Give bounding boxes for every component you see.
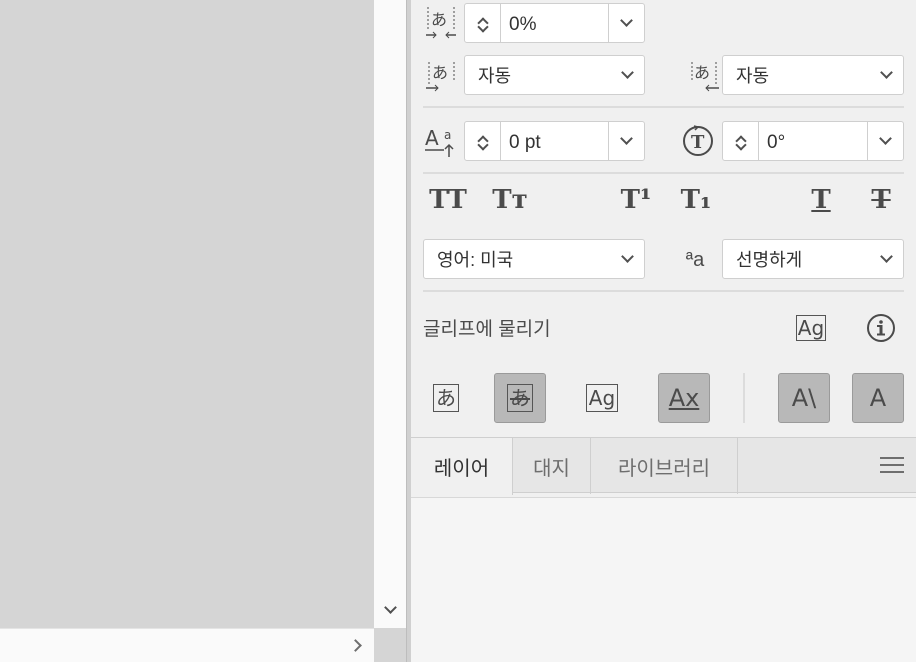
tab-libraries-label: 라이브러리 [618, 457, 710, 480]
svg-text:a: a [444, 128, 451, 142]
chevron-down-icon [880, 250, 893, 263]
anti-alias-value: 선명하게 [736, 250, 803, 270]
svg-text:A: A [425, 126, 439, 150]
aki-left-icon: あ [423, 56, 459, 94]
strikethrough-button[interactable]: T [861, 182, 901, 218]
underline-label: T [811, 185, 831, 215]
chevron-down-icon[interactable] [608, 122, 644, 160]
character-panel: あ 0% あ 자동 あ 자동 A a 0 pt T 0° TT Tт T¹ T₁… [411, 0, 916, 435]
superscript-button[interactable]: T¹ [613, 182, 659, 218]
info-icon[interactable] [865, 312, 897, 344]
anti-alias-select[interactable]: 선명하게 [722, 239, 904, 279]
aki-left-select[interactable]: 자동 [464, 55, 645, 95]
anchor-point-button[interactable]: A [852, 373, 904, 423]
angular-guide-icon: A\ [791, 384, 817, 412]
x-height-icon: Ax [668, 384, 700, 412]
anti-alias-icon-text: ªa [685, 248, 705, 271]
aki-right-icon: あ [687, 56, 723, 94]
character-rotation-field[interactable]: 0° [722, 121, 904, 161]
tab-artboards[interactable]: 대지 [513, 438, 591, 494]
underline-button[interactable]: T [801, 182, 841, 218]
snap-glyph-icon-text: Ag [795, 315, 827, 341]
em-box-center-button[interactable]: あ [494, 373, 546, 423]
x-height-button[interactable]: Ax [658, 373, 710, 423]
baseline-shift-value[interactable]: 0 pt [501, 128, 608, 154]
separator [743, 373, 745, 423]
chevron-down-icon[interactable] [608, 4, 644, 42]
chevron-down-icon [621, 66, 634, 79]
anti-alias-icon: ªa [677, 242, 713, 278]
chevron-down-icon [880, 66, 893, 79]
language-select[interactable]: 영어: 미국 [423, 239, 645, 279]
em-box-center-icon: あ [507, 384, 533, 412]
vertical-scrollbar[interactable] [374, 0, 406, 628]
chevron-down-icon[interactable] [867, 122, 903, 160]
aki-right-value: 자동 [736, 66, 770, 86]
separator [423, 106, 904, 108]
em-box-icon: あ [433, 384, 459, 412]
separator [423, 290, 904, 292]
subscript-button[interactable]: T₁ [673, 182, 719, 218]
all-caps-label: TT [429, 185, 467, 215]
chevron-down-icon [621, 250, 634, 263]
character-rotation-stepper[interactable] [723, 122, 759, 160]
glyph-bounds-button[interactable]: Ag [576, 373, 628, 423]
panel-menu-icon[interactable] [880, 457, 904, 477]
character-rotation-value[interactable]: 0° [759, 128, 867, 154]
scroll-right-icon[interactable] [344, 632, 370, 658]
tsume-icon: あ [423, 4, 459, 42]
subscript-label: T₁ [680, 185, 712, 215]
all-caps-button[interactable]: TT [425, 182, 471, 218]
canvas-area[interactable] [0, 0, 374, 628]
tab-artboards-label: 대지 [533, 457, 570, 480]
scroll-down-icon[interactable] [374, 596, 406, 624]
svg-text:あ: あ [694, 63, 710, 82]
scroll-corner [374, 628, 406, 662]
aki-left-value: 자동 [478, 66, 512, 86]
separator [423, 172, 904, 174]
svg-text:あ: あ [431, 10, 447, 29]
baseline-shift-field[interactable]: 0 pt [464, 121, 645, 161]
em-box-button[interactable]: あ [420, 373, 472, 423]
tab-libraries[interactable]: 라이브러리 [591, 438, 738, 494]
superscript-label: T¹ [620, 185, 652, 215]
svg-text:T: T [691, 132, 705, 153]
baseline-shift-icon: A a [423, 122, 459, 160]
tsume-field[interactable]: 0% [464, 3, 645, 43]
small-caps-button[interactable]: Tт [487, 182, 533, 218]
tsume-stepper[interactable] [465, 4, 501, 42]
anchor-point-icon: A [869, 384, 887, 412]
aki-right-select[interactable]: 자동 [722, 55, 904, 95]
panel-tabs: 레이어 대지 라이브러리 [411, 437, 916, 495]
tab-layers-label: 레이어 [433, 458, 490, 480]
snap-glyph-icon[interactable]: Ag [791, 312, 831, 344]
svg-text:あ: あ [432, 63, 448, 82]
strikethrough-label: T [871, 185, 891, 215]
small-caps-label: Tт [492, 185, 528, 215]
baseline-shift-stepper[interactable] [465, 122, 501, 160]
glyph-bounds-icon: Ag [585, 384, 619, 412]
snap-to-glyph-label: 글리프에 물리기 [423, 319, 551, 340]
horizontal-scrollbar[interactable] [0, 628, 374, 662]
angular-guide-button[interactable]: A\ [778, 373, 830, 423]
tsume-value[interactable]: 0% [501, 10, 608, 36]
tab-layers[interactable]: 레이어 [411, 438, 513, 495]
character-rotation-icon: T [680, 120, 716, 160]
language-value: 영어: 미국 [437, 250, 514, 270]
layers-list[interactable] [411, 497, 916, 662]
